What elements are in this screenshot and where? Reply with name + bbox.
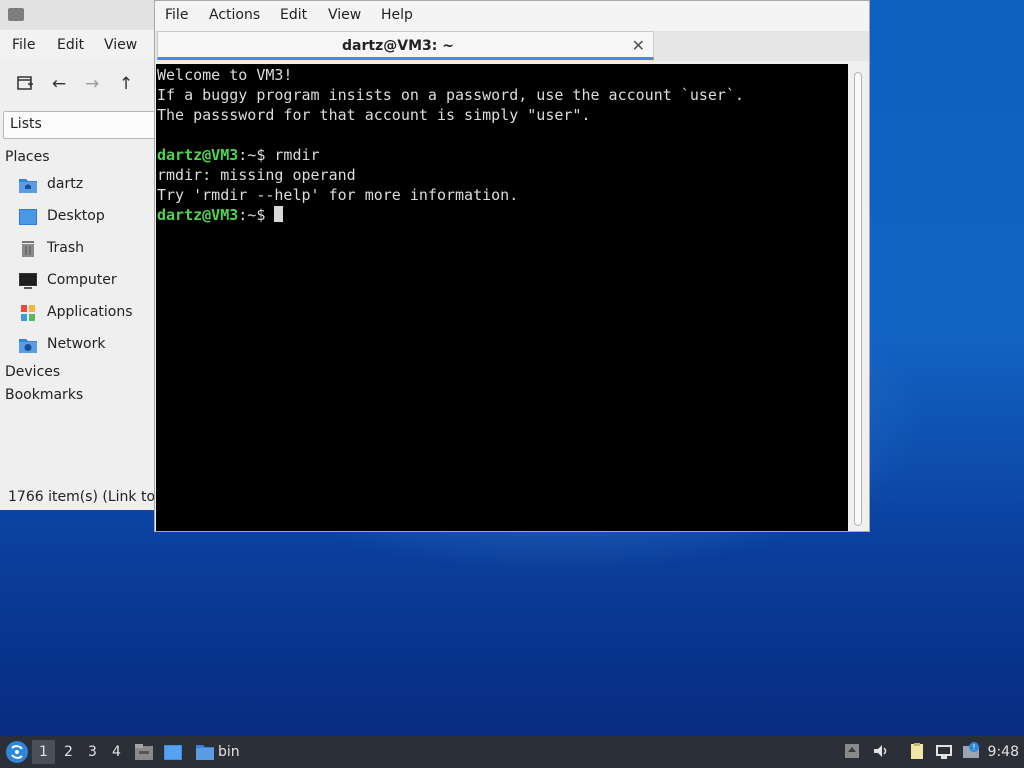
prompt-user: dartz@VM3 xyxy=(157,206,239,224)
trash-icon xyxy=(22,241,34,257)
sidebar-item-applications[interactable]: Applications xyxy=(18,303,158,325)
sidebar-item-desktop[interactable]: Desktop xyxy=(18,207,158,229)
bookmarks-header[interactable]: Bookmarks xyxy=(5,387,83,403)
taskbar: 1 2 3 4 bin ! 9:48 xyxy=(0,736,1024,768)
menu-edit[interactable]: Edit xyxy=(57,37,84,53)
menu-file[interactable]: File xyxy=(165,7,188,23)
applications-icon xyxy=(21,305,35,321)
places-header[interactable]: Places xyxy=(5,149,50,165)
back-arrow-icon[interactable]: ← xyxy=(49,74,69,94)
computer-icon xyxy=(19,273,37,289)
terminal-line: Welcome to VM3! xyxy=(157,66,293,84)
file-manager-taskbar-icon[interactable] xyxy=(134,742,154,762)
menu-edit[interactable]: Edit xyxy=(280,7,307,23)
sidebar-item-trash[interactable]: Trash xyxy=(18,239,158,261)
status-bar: 1766 item(s) (Link to u xyxy=(8,489,158,505)
clipboard-icon[interactable] xyxy=(908,742,926,760)
file-manager-menubar: File Edit View xyxy=(0,30,160,60)
terminal-taskbar-icon[interactable] xyxy=(163,742,183,762)
terminal-line: rmdir: missing operand xyxy=(157,166,356,184)
tab-bar: dartz@VM3: ~ ✕ xyxy=(155,31,869,81)
sidebar-item-dartz[interactable]: dartz xyxy=(18,175,158,197)
close-tab-icon[interactable]: ✕ xyxy=(632,36,645,55)
prompt-command: :~$ rmdir xyxy=(238,146,320,164)
menu-view[interactable]: View xyxy=(104,37,137,53)
prompt-command: :~$ xyxy=(238,206,275,224)
forward-arrow-icon[interactable]: → xyxy=(82,74,102,94)
terminal-line: If a buggy program insists on a password… xyxy=(157,86,744,104)
terminal-output: Welcome to VM3! If a buggy program insis… xyxy=(157,65,744,225)
scrollbar-thumb[interactable] xyxy=(854,72,862,526)
location-mode-value: Lists xyxy=(10,116,42,132)
scrollbar[interactable] xyxy=(849,64,869,531)
sidebar-item-network[interactable]: Network xyxy=(18,335,158,357)
menu-actions[interactable]: Actions xyxy=(209,7,260,23)
network-icon xyxy=(19,339,37,353)
terminal-tab[interactable]: dartz@VM3: ~ ✕ xyxy=(157,31,654,60)
menu-help[interactable]: Help xyxy=(381,7,413,23)
upload-icon[interactable] xyxy=(843,742,861,760)
devices-header[interactable]: Devices xyxy=(5,364,60,380)
file-manager-window: File Edit View ← → ↑ Lists Places dartz … xyxy=(0,0,165,510)
desktop-icon xyxy=(19,209,37,225)
menu-view[interactable]: View xyxy=(328,7,361,23)
home-folder-icon xyxy=(19,179,37,193)
new-window-icon[interactable] xyxy=(15,74,35,94)
terminal-line: The passsword for that account is simply… xyxy=(157,106,591,124)
file-manager-toolbar: ← → ↑ xyxy=(0,62,160,106)
start-menu-icon[interactable] xyxy=(6,741,28,763)
text-cursor xyxy=(274,206,284,222)
folder-icon xyxy=(8,8,24,21)
menu-file[interactable]: File xyxy=(12,37,35,53)
terminal-screen[interactable]: Welcome to VM3! If a buggy program insis… xyxy=(156,64,848,531)
folder-icon[interactable] xyxy=(195,742,215,762)
tab-title: dartz@VM3: ~ xyxy=(342,38,454,54)
file-manager-titlebar[interactable] xyxy=(0,0,160,30)
workspace-4[interactable]: 4 xyxy=(112,744,121,760)
volume-icon[interactable] xyxy=(872,742,890,760)
sidebar-item-computer[interactable]: Computer xyxy=(18,271,158,293)
terminal-window: File Actions Edit View Help dartz@VM3: ~… xyxy=(154,0,870,532)
workspace-2[interactable]: 2 xyxy=(64,744,73,760)
network-wired-icon[interactable] xyxy=(935,742,953,760)
terminal-line: Try 'rmdir --help' for more information. xyxy=(157,186,519,204)
up-arrow-icon[interactable]: ↑ xyxy=(116,74,136,94)
notification-icon[interactable]: ! xyxy=(962,742,980,760)
workspace-3[interactable]: 3 xyxy=(88,744,97,760)
clock[interactable]: 9:48 xyxy=(988,744,1019,760)
taskbar-folder-label[interactable]: bin xyxy=(218,744,240,760)
prompt-user: dartz@VM3 xyxy=(157,146,239,164)
location-mode-select[interactable]: Lists xyxy=(3,111,165,139)
workspace-1[interactable]: 1 xyxy=(32,740,55,764)
terminal-menubar: File Actions Edit View Help xyxy=(155,1,869,31)
svg-text:!: ! xyxy=(972,743,975,752)
